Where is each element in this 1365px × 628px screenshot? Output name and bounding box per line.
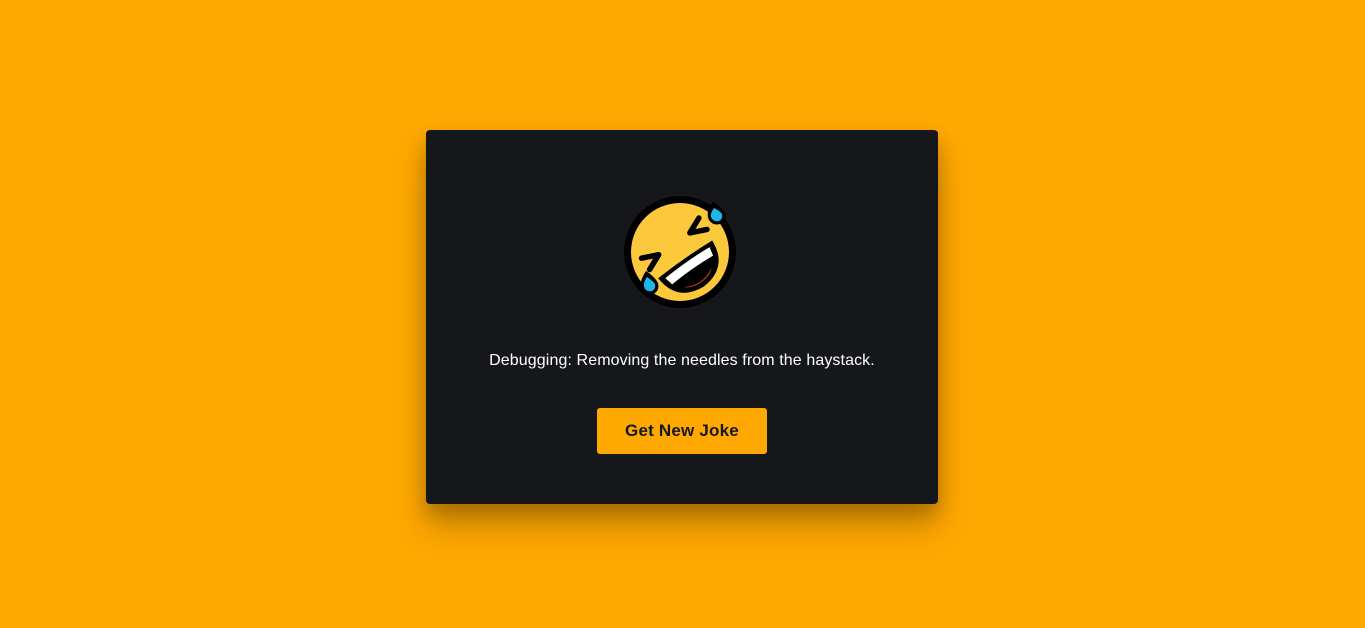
rolling-on-floor-laughing-icon xyxy=(623,193,741,311)
get-new-joke-button[interactable]: Get New Joke xyxy=(597,408,767,454)
joke-card: Debugging: Removing the needles from the… xyxy=(426,130,938,504)
joke-text: Debugging: Removing the needles from the… xyxy=(489,352,875,369)
